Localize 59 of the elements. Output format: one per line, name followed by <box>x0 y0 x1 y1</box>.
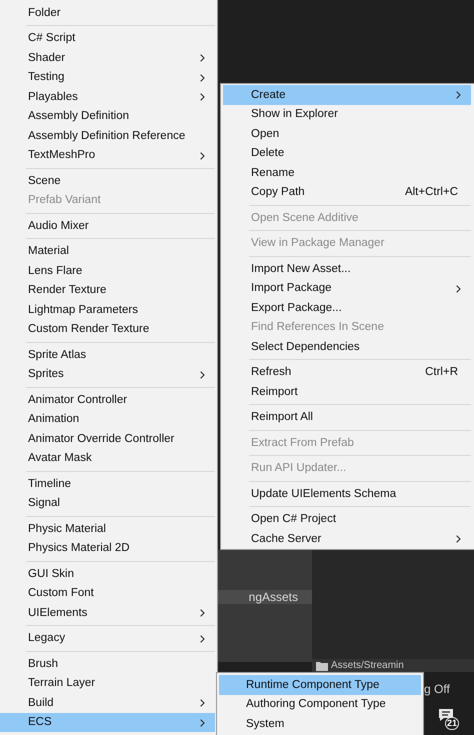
menu-item[interactable]: Assembly Definition Reference <box>0 126 215 146</box>
menu-item[interactable]: Show in Explorer <box>223 104 471 124</box>
status-text: g Off <box>424 682 450 696</box>
menu-item[interactable]: Terrain Layer <box>0 674 215 693</box>
menu-item[interactable]: Timeline <box>0 474 215 494</box>
menu-item[interactable]: Avatar Mask <box>0 448 215 468</box>
menu-item[interactable]: Authoring Component Type <box>219 694 421 714</box>
menu-item[interactable]: Material <box>0 242 215 261</box>
menu-item[interactable]: Animator Override Controller <box>0 429 215 448</box>
menu-item[interactable]: Reimport <box>223 382 471 402</box>
menu-item[interactable]: Update UIElements Schema <box>223 484 471 504</box>
menu-item[interactable]: Copy Path Alt+Ctrl+C <box>223 182 471 202</box>
menu-item[interactable]: Brush <box>0 654 215 674</box>
menu-item[interactable]: Refresh Ctrl+R <box>223 362 471 382</box>
menu-item[interactable]: Scene <box>0 171 215 190</box>
menu-item[interactable]: Sprites <box>0 364 215 384</box>
menu-item[interactable]: Custom Font <box>0 584 215 603</box>
menu-item[interactable]: Custom Render Texture <box>0 320 215 339</box>
menu-item[interactable]: UIElements <box>0 603 215 622</box>
menu-item[interactable]: Physics Material 2D <box>0 538 215 558</box>
menu-item[interactable]: GUI Skin <box>0 564 215 584</box>
menu-item[interactable]: Shader <box>0 48 215 68</box>
menu-item[interactable]: Assembly Definition <box>0 106 215 126</box>
notification-count: 21 <box>445 717 460 730</box>
menu-item[interactable]: Signal <box>0 494 215 513</box>
menu-item[interactable]: Rename <box>223 163 471 182</box>
menu-item[interactable]: Render Texture <box>0 280 215 300</box>
folder-row[interactable]: ngAssets <box>218 590 312 604</box>
menu-item[interactable]: Animation <box>0 410 215 429</box>
menu-item[interactable]: Audio Mixer <box>0 216 215 236</box>
menu-item[interactable]: Select Dependencies <box>223 337 471 356</box>
menu-item[interactable]: Sprite Atlas <box>0 345 215 364</box>
menu-item[interactable]: TextMeshPro <box>0 146 215 165</box>
menu-item[interactable]: Reimport All <box>223 408 471 427</box>
menu-item[interactable]: Legacy <box>0 628 215 648</box>
menu-item[interactable]: Open <box>223 124 471 144</box>
menu-item[interactable]: System <box>219 714 421 734</box>
menu-item[interactable]: Runtime Component Type <box>219 675 421 694</box>
menu-item[interactable]: Export Package... <box>223 298 471 318</box>
menu-item[interactable]: Import New Asset... <box>223 259 471 278</box>
menu-item[interactable]: Build <box>0 693 215 712</box>
menu-item[interactable]: ECS <box>0 712 215 732</box>
menu-item[interactable]: Delete <box>223 144 471 163</box>
menu-item[interactable]: Animator Controller <box>0 390 215 410</box>
menu-item[interactable]: Lightmap Parameters <box>0 300 215 320</box>
menu-item[interactable]: C# Script <box>0 28 215 48</box>
menu-item[interactable]: Import Package <box>223 278 471 298</box>
shortcut-text: Alt+Ctrl+C <box>404 186 458 198</box>
menu-item[interactable]: Lens Flare <box>0 261 215 280</box>
menu-item[interactable]: Cache Server <box>223 529 471 548</box>
shortcut-text: Ctrl+R <box>425 366 458 378</box>
menu-item[interactable]: Create <box>223 85 471 104</box>
path-text: Assets/Streamin <box>331 660 404 672</box>
menu-item[interactable]: Playables <box>0 87 215 106</box>
menu-item[interactable]: Open C# Project <box>223 510 471 529</box>
menu-item[interactable]: Testing <box>0 68 215 87</box>
menu-item[interactable]: Folder <box>0 3 215 22</box>
notification-button[interactable]: 21 <box>436 708 462 732</box>
menu-item[interactable]: Physic Material <box>0 519 215 538</box>
